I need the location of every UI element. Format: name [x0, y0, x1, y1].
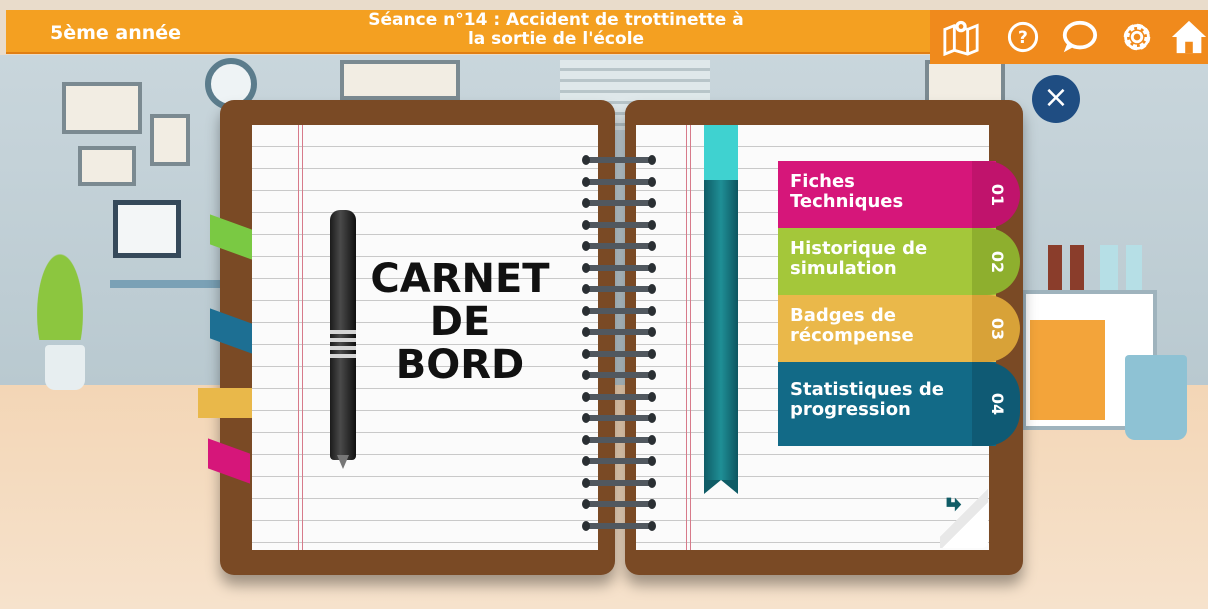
grade-label: 5ème année — [50, 22, 182, 44]
map-icon[interactable] — [942, 18, 980, 56]
spiral-ring — [582, 241, 656, 251]
spiral-ring — [582, 284, 656, 294]
menu-item-label: Badges de récompense — [790, 306, 970, 346]
session-title-line2: la sortie de l'école — [467, 29, 645, 49]
notebook-title-line: BORD — [395, 342, 525, 388]
wall-frame — [150, 114, 190, 166]
spiral-ring — [582, 370, 656, 380]
menu-statistiques-progression[interactable]: Statistiques de progression 04 — [778, 362, 1020, 446]
wall-frame — [340, 60, 460, 100]
margin-line — [686, 125, 687, 550]
menu-historique-simulation[interactable]: Historique de simulation 02 — [778, 228, 1020, 295]
top-bar: 5ème année Séance n°14 : Accident de tro… — [6, 10, 1208, 64]
margin-line — [302, 125, 303, 550]
menu-item-label: Historique de simulation — [790, 239, 970, 279]
notebook-title-line: CARNET — [370, 256, 550, 302]
wall-frame — [78, 146, 136, 186]
pen-tip — [337, 455, 349, 469]
margin-line — [690, 125, 691, 550]
menu-item-number-text: 04 — [988, 392, 1008, 416]
spiral-ring — [582, 219, 656, 230]
menu-fiches-techniques[interactable]: Fiches Techniques 01 — [778, 161, 1020, 228]
menu-item-label-line: Badges de — [790, 305, 896, 326]
svg-text:?: ? — [1018, 28, 1028, 48]
bookmark-ribbon — [704, 125, 738, 494]
menu-item-label-line: récompense — [790, 325, 914, 346]
notebook-title: CARNET DE BORD — [350, 258, 570, 387]
spiral-ring — [582, 520, 656, 531]
spiral-ring — [582, 198, 656, 208]
side-tab-yellow — [198, 388, 252, 418]
menu-item-number-text: 02 — [988, 250, 1008, 274]
spiral-ring — [582, 456, 656, 466]
menu-item-label: Fiches Techniques — [790, 172, 970, 212]
desk-monitor — [113, 200, 181, 258]
medicine-bottles — [1048, 245, 1148, 290]
menu-item-label-line: Statistiques — [790, 379, 913, 400]
settings-icon[interactable] — [1118, 18, 1156, 56]
toolbar-icons: ? — [930, 10, 1208, 64]
menu-item-number-text: 03 — [988, 317, 1008, 341]
spiral-ring — [582, 413, 656, 423]
spiral-ring — [582, 477, 656, 488]
home-icon[interactable] — [1170, 18, 1208, 56]
spiral-ring — [582, 262, 656, 273]
session-title: Séance n°14 : Accident de trottinette à … — [306, 11, 806, 49]
menu-item-label-line: Fiches — [790, 171, 855, 192]
close-button[interactable]: × — [1032, 75, 1080, 123]
notebook-title-line: DE — [429, 299, 491, 345]
menu-item-label-line: Historique — [790, 238, 896, 259]
plant-pot — [45, 345, 85, 390]
spiral-ring — [582, 155, 656, 165]
spiral-ring — [582, 434, 656, 445]
margin-line — [298, 125, 299, 550]
recycle-bin — [1125, 355, 1187, 440]
spiral-ring — [582, 348, 656, 359]
page-turn-arrow-icon[interactable] — [942, 494, 964, 516]
plant — [20, 210, 100, 340]
spiral-ring — [582, 391, 656, 402]
spiral-ring — [582, 499, 656, 509]
spiral-ring — [582, 176, 656, 187]
menu-item-label-line: Techniques — [790, 191, 904, 212]
wall-frame — [62, 82, 142, 134]
session-title-line1: Séance n°14 : Accident de trottinette à — [368, 10, 744, 30]
menu-badges-recompense[interactable]: Badges de récompense 03 — [778, 295, 1020, 362]
menu-item-number-text: 01 — [988, 183, 1008, 207]
spiral-ring — [582, 305, 656, 316]
spiral-ring — [582, 327, 656, 337]
cabinet-door — [1030, 320, 1105, 420]
menu-item-label: Statistiques de progression — [790, 380, 970, 420]
help-icon[interactable]: ? — [1006, 20, 1040, 54]
chat-icon[interactable] — [1060, 18, 1098, 56]
